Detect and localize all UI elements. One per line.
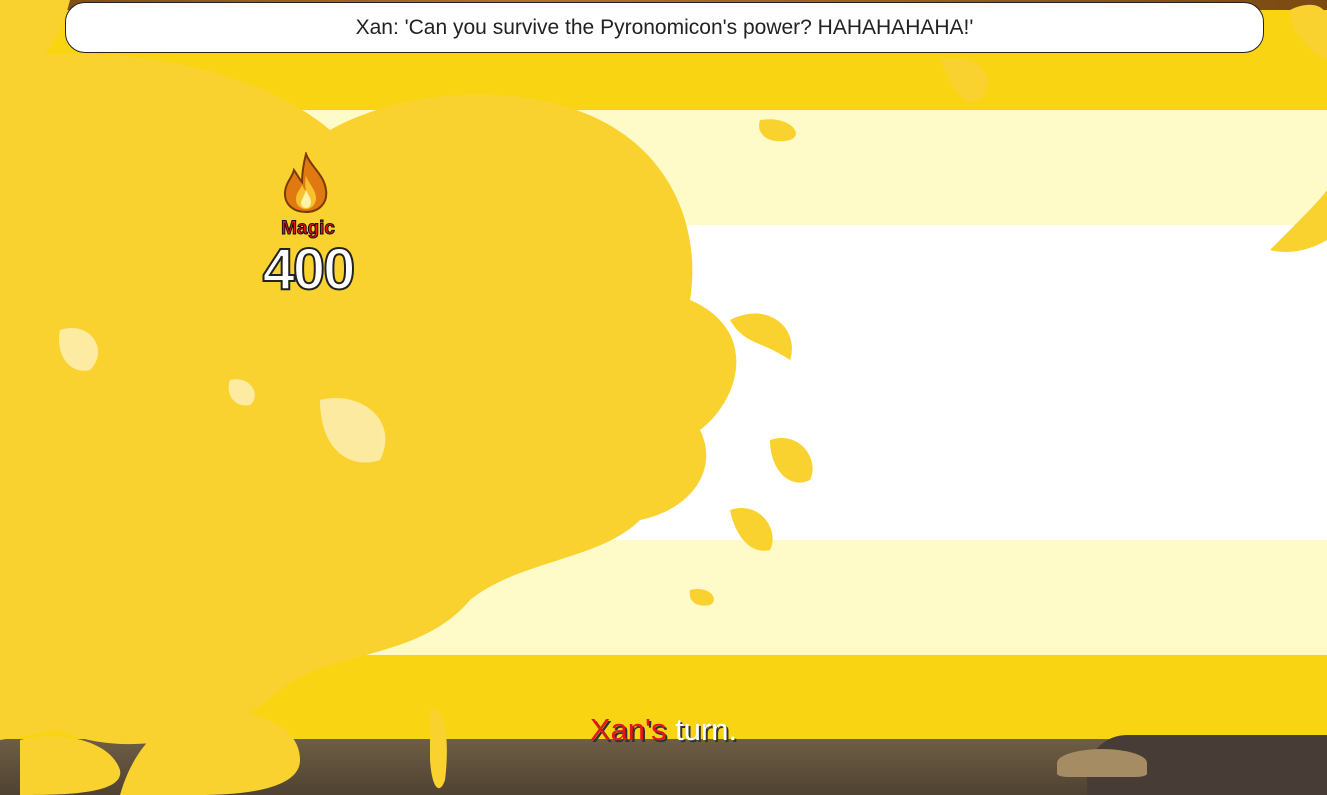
turn-label: turn. [675,712,738,747]
damage-popup: Magic 400 [250,150,366,305]
turn-indicator: Xan's turn. [0,712,1327,748]
turn-owner-name: Xan's [589,712,667,747]
dialog-box: Xan: 'Can you survive the Pyronomicon's … [65,2,1264,53]
flame-icon [283,152,328,214]
flame-splash-effect [0,0,1327,795]
damage-value: 400 [262,236,357,303]
dialog-text: Xan: 'Can you survive the Pyronomicon's … [355,15,974,39]
battle-scene: Xan: 'Can you survive the Pyronomicon's … [0,0,1327,795]
